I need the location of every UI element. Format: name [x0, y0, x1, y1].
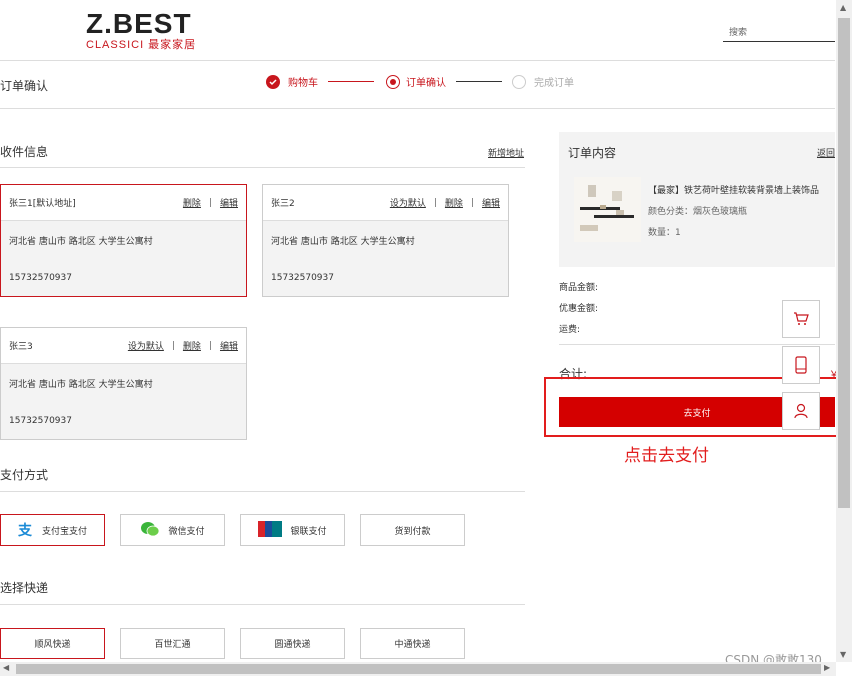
address-card-header: 张三1[默认地址] 删除 | 编辑 [1, 185, 246, 221]
wechat-pay-option[interactable]: 微信支付 [120, 514, 225, 546]
address-text: 河北省 唐山市 路北区 大学生公寓村 [271, 237, 415, 247]
shipping-option-best[interactable]: 百世汇通 [120, 628, 225, 659]
back-link[interactable]: 返回 [817, 146, 835, 159]
address-phone: 15732570937 [9, 416, 72, 426]
delete-address-link[interactable]: 删除 [183, 339, 201, 352]
address-name: 张三1[默认地址] [9, 199, 76, 209]
search-input[interactable]: 搜索 [723, 22, 835, 42]
discount-label: 优惠金额: [559, 304, 599, 314]
edit-address-link[interactable]: 编辑 [220, 196, 238, 209]
goods-total-label: 商品金额: [559, 283, 599, 293]
user-icon [794, 403, 808, 419]
address-section-title: 收件信息 [0, 145, 49, 159]
shipping-option-yto[interactable]: 圆通快递 [240, 628, 345, 659]
alipay-label: 支付宝支付 [41, 526, 87, 537]
floating-user-button[interactable] [782, 392, 820, 430]
alipay-option[interactable]: 支 支付宝支付 [0, 514, 105, 546]
alipay-icon: 支 [17, 523, 32, 539]
scroll-up-arrow-icon[interactable]: ▲ [840, 3, 846, 12]
horizontal-scrollbar[interactable]: ◀ ▶ [0, 662, 836, 676]
shipping-option-zto[interactable]: 中通快递 [360, 628, 465, 659]
shipping-option-label: 圆通快递 [274, 640, 311, 650]
address-card-body: 河北省 唐山市 路北区 大学生公寓村 15732570937 [1, 364, 246, 439]
logo[interactable]: Z.BEST CLASSICI 最家家居 [86, 8, 196, 52]
shipping-section-title: 选择快递 [0, 581, 49, 595]
address-text: 河北省 唐山市 路北区 大学生公寓村 [9, 237, 153, 247]
edit-address-link[interactable]: 编辑 [220, 339, 238, 352]
cart-icon [794, 312, 809, 325]
floating-mobile-button[interactable] [782, 346, 820, 384]
floating-cart-button[interactable] [782, 300, 820, 338]
address-card-body: 河北省 唐山市 路北区 大学生公寓村 15732570937 [263, 221, 508, 296]
address-name: 张三3 [9, 342, 33, 352]
progress-steps: 购物车 订单确认 完成订单 [266, 74, 574, 89]
order-content-panel: 订单内容 返回 【最家】铁艺荷叶壁挂软装背景墙上装饰品 颜色分类：烟灰色玻璃瓶 … [559, 132, 835, 267]
address-card-body: 河北省 唐山市 路北区 大学生公寓村 15732570937 [1, 221, 246, 296]
scroll-right-arrow-icon[interactable]: ▶ [824, 663, 830, 672]
unionpay-option[interactable]: 银联支付 [240, 514, 345, 546]
address-card[interactable]: 张三1[默认地址] 删除 | 编辑 河北省 唐山市 路北区 大学生公寓村 157… [0, 184, 247, 297]
product-name[interactable]: 【最家】铁艺荷叶壁挂软装背景墙上装饰品 [648, 183, 819, 196]
logo-sub-text: CLASSICI 最家家居 [86, 39, 197, 51]
address-phone: 15732570937 [271, 273, 334, 283]
mobile-phone-icon [795, 356, 807, 374]
payment-section-title: 支付方式 [0, 468, 49, 482]
step-done-icon [266, 74, 280, 89]
unionpay-label: 银联支付 [290, 526, 327, 537]
summary-divider [559, 344, 835, 345]
address-card[interactable]: 张三2 设为默认 | 删除 | 编辑 河北省 唐山市 路北区 大学生公寓村 15… [262, 184, 509, 297]
step-connector [328, 81, 374, 82]
step-pending-icon [512, 74, 526, 89]
product-thumbnail[interactable] [574, 177, 641, 242]
order-content-title: 订单内容 [568, 146, 617, 160]
header-divider [0, 60, 835, 61]
search-placeholder: 搜索 [729, 28, 748, 38]
address-card[interactable]: 张三3 设为默认 | 删除 | 编辑 河北省 唐山市 路北区 大学生公寓村 15… [0, 327, 247, 440]
wechat-pay-label: 微信支付 [168, 526, 205, 537]
delete-address-link[interactable]: 删除 [445, 196, 463, 209]
annotation-text: 点击去支付 [624, 446, 709, 466]
address-phone: 15732570937 [9, 273, 72, 283]
step-connector [456, 81, 502, 82]
set-default-link[interactable]: 设为默认 [128, 339, 164, 352]
address-name: 张三2 [271, 199, 295, 209]
set-default-link[interactable]: 设为默认 [390, 196, 426, 209]
page-title: 订单确认 [0, 79, 49, 93]
address-divider [0, 167, 525, 168]
step-label-complete: 完成订单 [534, 78, 574, 89]
shipping-fee-label: 运费: [559, 325, 581, 335]
product-quantity: 数量：1 [648, 228, 681, 238]
add-address-link[interactable]: 新增地址 [488, 146, 524, 159]
address-text: 河北省 唐山市 路北区 大学生公寓村 [9, 380, 153, 390]
shipping-option-label: 百世汇通 [154, 640, 191, 650]
payment-divider [0, 491, 525, 492]
shipping-divider [0, 604, 525, 605]
wechat-icon [140, 521, 160, 540]
scroll-left-arrow-icon[interactable]: ◀ [3, 663, 9, 672]
scroll-down-arrow-icon[interactable]: ▼ [840, 650, 846, 659]
step-label-cart: 购物车 [288, 78, 318, 89]
title-divider [0, 108, 835, 109]
delete-address-link[interactable]: 删除 [183, 196, 201, 209]
product-color: 颜色分类：烟灰色玻璃瓶 [648, 207, 748, 217]
shipping-option-label: 中通快递 [394, 640, 431, 650]
vertical-scroll-thumb[interactable] [838, 18, 850, 508]
unionpay-icon [258, 520, 283, 540]
step-label-confirm: 订单确认 [406, 78, 446, 89]
shipping-option-label: 顺风快递 [34, 640, 71, 650]
horizontal-scroll-thumb[interactable] [16, 664, 821, 674]
address-card-header: 张三3 设为默认 | 删除 | 编辑 [1, 328, 246, 364]
cod-option[interactable]: 货到付款 [360, 514, 465, 546]
edit-address-link[interactable]: 编辑 [482, 196, 500, 209]
address-card-header: 张三2 设为默认 | 删除 | 编辑 [263, 185, 508, 221]
step-current-icon [386, 74, 400, 89]
shipping-option-sf[interactable]: 顺风快递 [0, 628, 105, 659]
vertical-scrollbar[interactable]: ▲ ▼ [836, 0, 852, 662]
cod-label: 货到付款 [394, 526, 431, 537]
